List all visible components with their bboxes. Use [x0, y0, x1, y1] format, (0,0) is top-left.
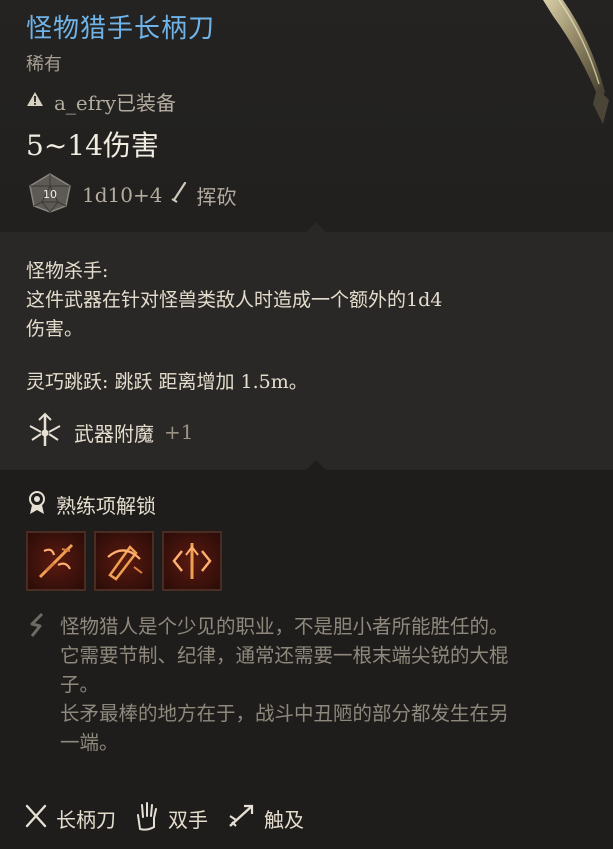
- proficiency-label: 熟练项解锁: [56, 493, 156, 518]
- item-name: 怪物猎手长柄刀: [26, 14, 216, 44]
- item-tooltip: 怪物猎手长柄刀 稀有 a_efry已装备 5~14伤害 10 1d10+4 挥砍…: [0, 0, 613, 849]
- weapon-artwork: [473, 0, 613, 130]
- tag-label: 长柄刀: [56, 807, 116, 832]
- damage-range: 5~14伤害: [26, 129, 159, 162]
- tag-label: 双手: [168, 807, 208, 832]
- proficiency-actions: [26, 531, 222, 591]
- monster-slayer-desc-line2: 伤害。: [26, 318, 84, 340]
- tag-polearm: 长柄刀: [24, 803, 116, 834]
- reach-icon: [226, 802, 256, 835]
- slashing-icon: [170, 181, 188, 208]
- flavor-text: 怪物猎人是个少见的职业，不是胆小者所能胜任的。 它需要节制、纪律，通常还需要一根…: [60, 612, 608, 757]
- flavor-line: 长矛最棒的地方在于，战斗中丑陋的部分都发生在另: [60, 702, 509, 725]
- tag-reach: 触及: [226, 802, 304, 835]
- nimble-jump-passive: 灵巧跳跃: 跳跃 距离增加 1.5m。: [26, 371, 308, 393]
- item-rarity: 稀有: [26, 54, 62, 75]
- weapon-properties: 长柄刀 双手 触及: [24, 800, 304, 836]
- flavor-line: 它需要节制、纪律，通常还需要一根末端尖锐的大棍: [60, 644, 509, 667]
- proficiency-unlock-header: 熟练项解锁: [26, 488, 156, 520]
- d10-dice-icon: 10: [26, 172, 74, 218]
- weapon-enchantment: 武器附魔 +1: [26, 412, 194, 452]
- damage-dice-row: 10 1d10+4 挥砍: [26, 172, 237, 218]
- flavor-line: 子。: [60, 673, 100, 696]
- warning-icon: [26, 91, 44, 111]
- quote-mark-icon: [28, 612, 46, 642]
- polearm-icon: [24, 803, 48, 834]
- tag-label: 触及: [264, 807, 304, 832]
- equipped-by-text: a_efry已装备: [54, 90, 177, 115]
- svg-text:10: 10: [43, 188, 57, 201]
- monster-slayer-title: 怪物杀手:: [26, 260, 109, 282]
- two-handed-icon: [134, 801, 160, 836]
- action-icon-3[interactable]: [162, 531, 222, 591]
- enchantment-icon: [26, 412, 64, 452]
- tag-two-handed: 双手: [134, 801, 208, 836]
- action-icon-2[interactable]: [94, 531, 154, 591]
- damage-dice: 1d10+4: [82, 183, 163, 207]
- damage-type: 挥砍: [196, 184, 237, 209]
- monster-slayer-desc-line1: 这件武器在针对怪兽类敌人时造成一个额外的1d4: [26, 289, 443, 311]
- enchantment-value: +1: [164, 420, 194, 444]
- flavor-line: 怪物猎人是个少见的职业，不是胆小者所能胜任的。: [60, 615, 509, 638]
- enchantment-label: 武器附魔: [74, 421, 154, 446]
- proficiency-icon: [26, 489, 48, 519]
- action-icon-1[interactable]: [26, 531, 86, 591]
- flavor-line: 一端。: [60, 731, 119, 754]
- equipped-indicator: a_efry已装备: [26, 86, 176, 116]
